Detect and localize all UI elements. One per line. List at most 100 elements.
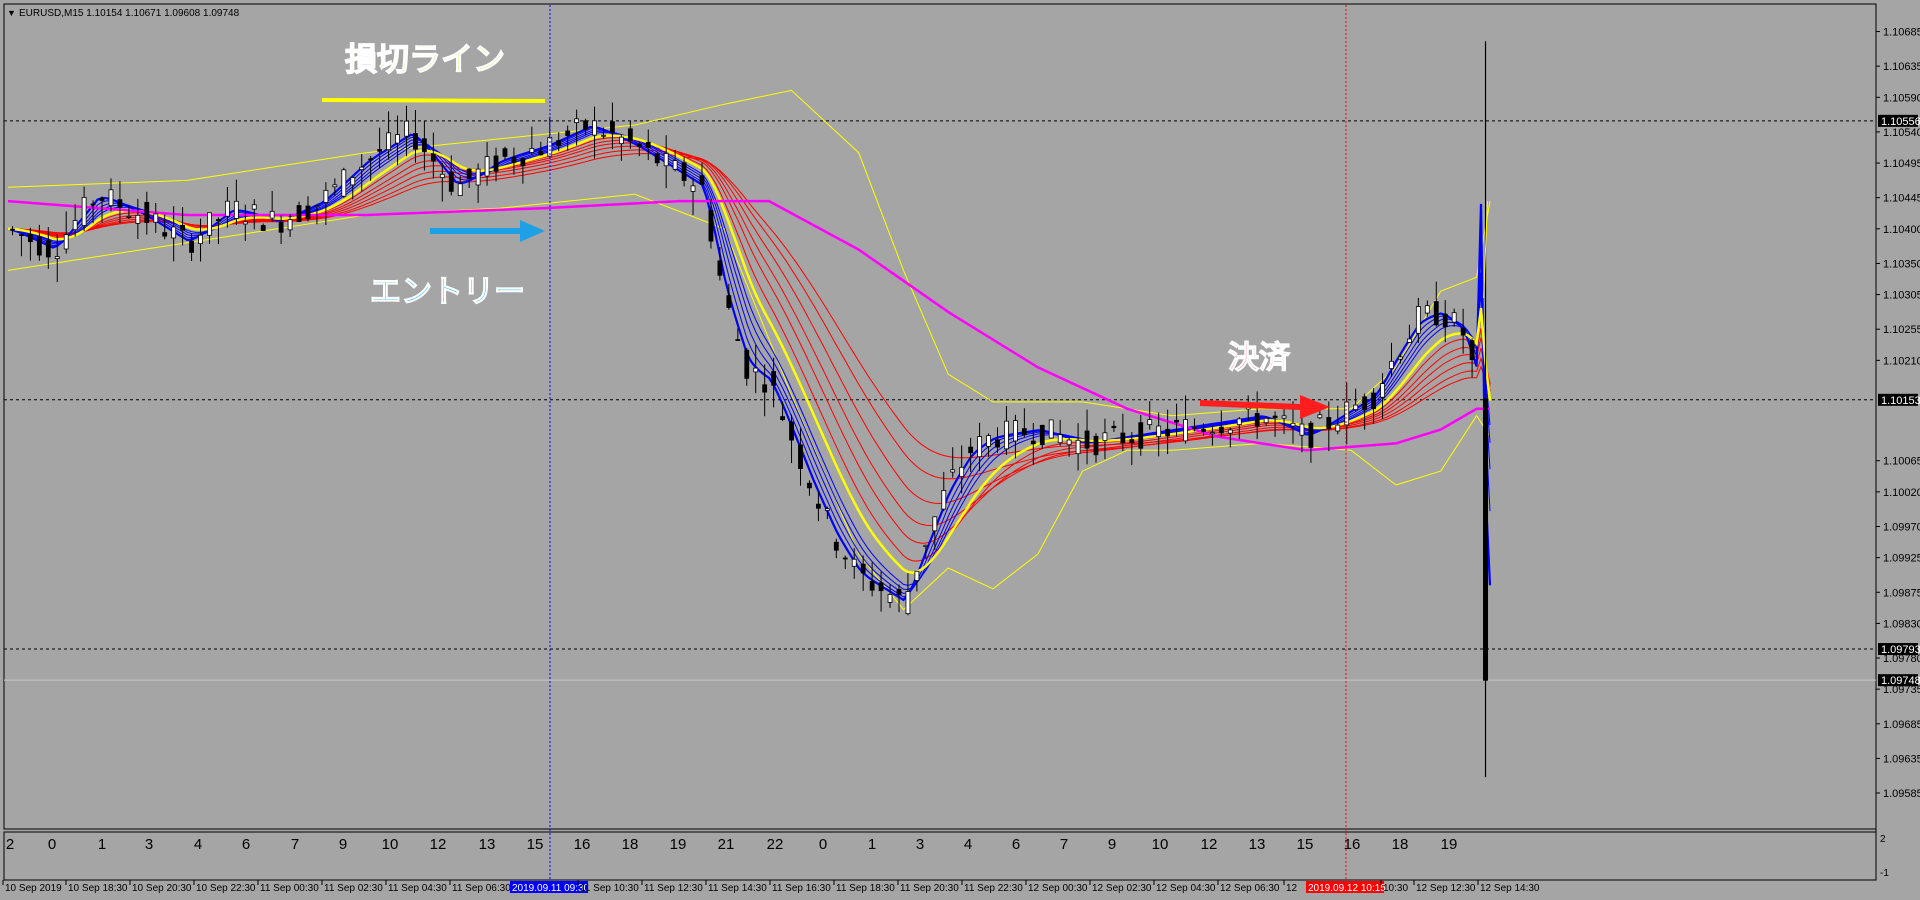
candle-body — [81, 196, 87, 226]
hour-label: 10 — [382, 836, 399, 853]
y-tick-label: 1.10020 — [1883, 487, 1920, 499]
hour-label: 3 — [916, 836, 924, 853]
candle-body — [1380, 383, 1385, 398]
hour-label: 15 — [1297, 836, 1314, 853]
y-tick-label: 1.09875 — [1883, 587, 1920, 599]
chart-menu-icon[interactable]: ▼ — [7, 8, 16, 18]
candle-body — [538, 150, 544, 156]
y-tick-label: 1.09635 — [1883, 753, 1920, 765]
candle-body — [153, 213, 159, 223]
time-label: 11 Sep 14:30 — [708, 883, 767, 894]
candle-body — [108, 189, 114, 207]
hour-label: 16 — [1344, 836, 1361, 853]
candle-body — [1075, 439, 1081, 455]
hour-label: 12 — [430, 836, 447, 853]
exit-label: 決済 — [1228, 340, 1291, 375]
y-tick-label: 1.10445 — [1883, 193, 1920, 205]
candle-body — [502, 148, 508, 157]
candle-body — [413, 133, 418, 150]
y-tick-label: 1.10590 — [1883, 92, 1920, 104]
hour-label: 6 — [1012, 836, 1020, 853]
candle-body — [216, 219, 221, 221]
candle-body — [1218, 426, 1224, 434]
candle-body — [1326, 417, 1332, 430]
candle-body — [135, 214, 141, 224]
candle-body — [395, 134, 400, 144]
candle-body — [1451, 312, 1457, 323]
candle-body — [1442, 313, 1448, 328]
candle-body — [896, 588, 902, 595]
candle-body — [19, 234, 24, 236]
candle-body — [1272, 415, 1278, 419]
candle-body — [1389, 360, 1394, 369]
candle-body — [287, 219, 293, 231]
time-label: 12 Sep 02:30 — [1092, 883, 1152, 894]
candle-body — [314, 205, 320, 207]
candle-body — [1013, 420, 1018, 442]
candle-body — [1021, 428, 1027, 435]
candle-body — [860, 563, 866, 574]
candle-body — [1362, 396, 1368, 411]
candle-body — [878, 582, 884, 592]
candle-body — [1308, 422, 1314, 448]
candle-body — [439, 173, 445, 178]
candle-body — [1236, 418, 1242, 426]
candle-body — [296, 205, 302, 222]
time-label: 11 Sep 02:30 — [324, 883, 383, 894]
hour-label: 7 — [291, 836, 299, 853]
candle-body — [386, 132, 391, 151]
candle-body — [359, 166, 365, 170]
candle-body — [807, 482, 812, 489]
candle-body — [627, 128, 633, 142]
price-chart[interactable]: 2 -1 1.10685 1.10635 1.10590 1.10540 1.10495… — [0, 0, 1920, 900]
y-tick-label: 1.09970 — [1883, 521, 1920, 533]
candle-body — [1210, 432, 1215, 435]
hour-label: 3 — [145, 836, 153, 853]
candle-body — [618, 136, 624, 145]
candle-body — [1433, 301, 1439, 326]
candle-body — [1281, 415, 1287, 419]
candle-body — [995, 439, 1000, 448]
y-tick-label: 1.10540 — [1883, 127, 1920, 139]
candle-body — [565, 130, 571, 136]
candle-body — [1192, 427, 1197, 430]
candle-body — [162, 232, 168, 237]
candle-body — [484, 156, 490, 177]
candle-body — [592, 120, 597, 136]
hour-label: 18 — [1392, 836, 1409, 853]
candle-body — [529, 148, 535, 153]
candle-body — [278, 221, 284, 233]
candle-body — [1129, 439, 1135, 444]
candle-body — [744, 349, 750, 379]
candle-body — [753, 367, 759, 373]
price-line-tag: 1.10556 — [1881, 116, 1920, 128]
candle-body — [780, 416, 785, 421]
candle-body — [699, 175, 705, 185]
candle-body — [475, 168, 481, 186]
time-label: 10 Sep 18:30 — [68, 883, 128, 894]
hour-label: 15 — [527, 836, 544, 853]
candle-body — [224, 200, 230, 217]
candle-body — [1254, 413, 1260, 427]
hour-label: 7 — [1060, 836, 1068, 853]
candle-body — [1102, 432, 1108, 441]
candle-body — [189, 240, 194, 253]
candle-body — [520, 158, 526, 167]
candle-body — [1335, 424, 1341, 432]
hour-label: 1 — [98, 836, 106, 853]
subwindow-scale-2: 2 — [1880, 834, 1886, 845]
candle-body — [341, 169, 347, 197]
candle-body — [457, 183, 463, 196]
y-tick-label: 1.09830 — [1883, 618, 1920, 630]
candle-body — [601, 134, 606, 137]
time-label: 11 Sep 10:30 — [580, 883, 639, 894]
y-tick-label: 1.10065 — [1883, 456, 1920, 468]
candle-body — [171, 226, 177, 239]
candle-body — [1201, 428, 1206, 433]
candle-body — [251, 204, 257, 210]
candle-body — [1317, 414, 1323, 419]
candle-body — [36, 236, 42, 256]
y-tick-label: 1.09585 — [1883, 788, 1920, 800]
y-tick-label: 1.10685 — [1883, 27, 1920, 39]
candle-body — [207, 212, 212, 236]
